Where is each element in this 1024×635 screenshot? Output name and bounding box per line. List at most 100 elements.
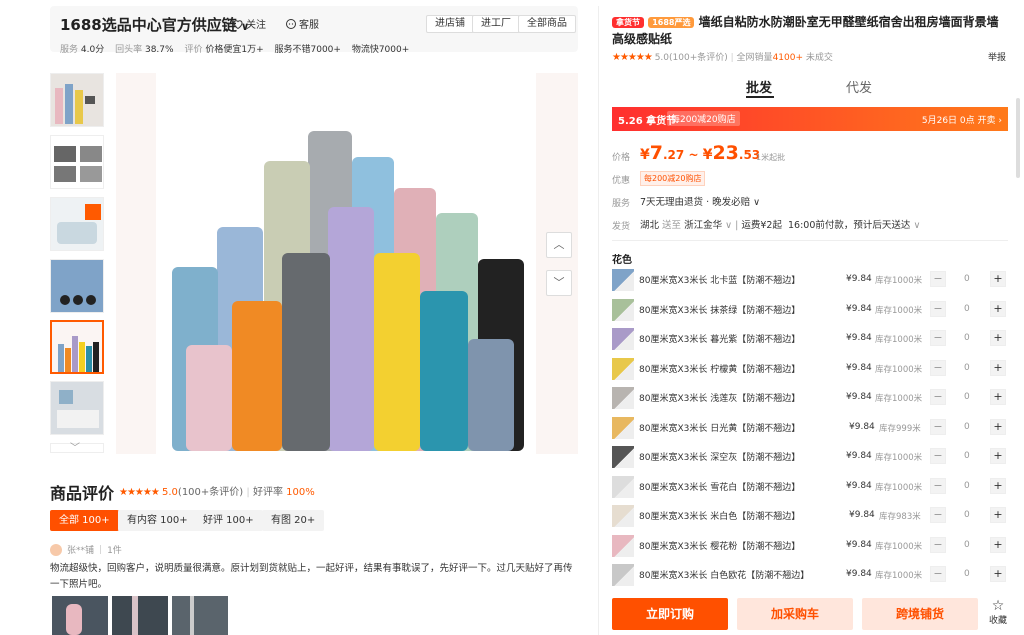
quantity-value[interactable]: 0 bbox=[964, 510, 970, 520]
review-photo-1[interactable] bbox=[52, 596, 108, 635]
decrement-button[interactable]: − bbox=[930, 448, 946, 464]
image-next-button[interactable]: ﹀ bbox=[546, 270, 572, 296]
thumbnail-3[interactable] bbox=[50, 197, 104, 251]
star-icon: ☆ bbox=[991, 598, 1005, 614]
follow-button[interactable]: 关注 bbox=[232, 16, 266, 31]
review-photo-3[interactable] bbox=[172, 596, 228, 635]
decrement-button[interactable]: − bbox=[930, 330, 946, 346]
buy-now-button[interactable]: 立即订购 bbox=[612, 598, 728, 630]
promo-banner[interactable]: 5.26 拿货节 每200减20购店 5月26日 0点 开卖 › bbox=[612, 107, 1008, 131]
sku-name: 80厘米宽X3米长 樱花粉【防潮不翘边】 bbox=[639, 541, 801, 552]
sku-row: 80厘米宽X3米长 抹茶绿【防潮不翘边】 ¥9.84 库存1000米 − 0 + bbox=[612, 298, 1008, 321]
sku-thumbnail[interactable] bbox=[612, 269, 634, 291]
chevron-down-icon[interactable]: ﹀ bbox=[70, 439, 80, 454]
quantity-value[interactable]: 0 bbox=[964, 569, 970, 579]
report-link[interactable]: 举报 bbox=[988, 50, 1006, 63]
decrement-button[interactable]: − bbox=[930, 359, 946, 376]
decrement-button[interactable]: − bbox=[930, 507, 946, 523]
sku-thumbnail[interactable] bbox=[612, 505, 634, 527]
quantity-value[interactable]: 0 bbox=[964, 274, 970, 284]
image-prev-button[interactable]: ︿ bbox=[546, 232, 572, 258]
store-name[interactable]: 1688选品中心官方供应链 ∨ bbox=[60, 14, 250, 35]
decrement-button[interactable]: − bbox=[930, 418, 946, 435]
sku-row: 80厘米宽X3米长 柠檬黄【防潮不翘边】 ¥9.84 库存1000米 − 0 + bbox=[612, 357, 1008, 380]
tab-wholesale[interactable]: 批发 bbox=[746, 77, 772, 96]
decrement-button[interactable]: − bbox=[930, 389, 946, 405]
service-info[interactable]: 7天无理由退货 · 晚发必赔 ∨ bbox=[640, 194, 760, 208]
review-filter-images[interactable]: 有图 20+ bbox=[262, 510, 325, 531]
increment-button[interactable]: + bbox=[990, 359, 1006, 376]
sku-row: 80厘米宽X3米长 雪花白【防潮不翘边】 ¥9.84 库存1000米 − 0 + bbox=[612, 475, 1008, 498]
enter-store-button[interactable]: 进店铺 bbox=[426, 15, 474, 33]
favorite-button[interactable]: ☆ 收藏 bbox=[986, 599, 1010, 626]
sku-thumbnail[interactable] bbox=[612, 387, 634, 409]
increment-button[interactable]: + bbox=[990, 536, 1006, 553]
review-filter-good[interactable]: 好评 100+ bbox=[194, 510, 263, 531]
quantity-value[interactable]: 0 bbox=[964, 333, 970, 343]
increment-button[interactable]: + bbox=[990, 448, 1006, 464]
thumbnail-5-selected[interactable] bbox=[50, 320, 104, 374]
headset-icon bbox=[286, 18, 296, 29]
tab-dropship[interactable]: 代发 bbox=[846, 77, 872, 96]
quantity-value[interactable]: 0 bbox=[964, 304, 970, 314]
increment-button[interactable]: + bbox=[990, 330, 1006, 346]
decrement-button[interactable]: − bbox=[930, 477, 946, 494]
sku-stock: 库存999米 bbox=[879, 423, 921, 434]
sku-stock: 库存1000米 bbox=[875, 541, 923, 552]
scrollbar[interactable] bbox=[1016, 98, 1020, 178]
sku-thumbnail[interactable] bbox=[612, 328, 634, 350]
sku-row: 80厘米宽X3米长 米白色【防潮不翘边】 ¥9.84 库存983米 − 0 + bbox=[612, 505, 1008, 527]
quantity-value[interactable]: 0 bbox=[964, 540, 970, 550]
increment-button[interactable]: + bbox=[990, 507, 1006, 523]
review-filter-all[interactable]: 全部 100+ bbox=[50, 510, 119, 531]
heart-icon bbox=[233, 19, 243, 29]
quantity-value[interactable]: 0 bbox=[964, 363, 970, 373]
sku-thumbnail[interactable] bbox=[612, 534, 634, 557]
quantity-value[interactable]: 0 bbox=[964, 451, 970, 461]
decrement-button[interactable]: − bbox=[930, 536, 946, 553]
sku-price: ¥9.84 bbox=[846, 392, 872, 402]
review-photo-2[interactable] bbox=[112, 596, 168, 635]
color-section-label: 花色 bbox=[612, 255, 632, 266]
cross-border-button[interactable]: 跨境铺货 bbox=[862, 598, 978, 630]
enter-factory-button[interactable]: 进工厂 bbox=[472, 15, 520, 33]
increment-button[interactable]: + bbox=[990, 300, 1006, 317]
star-rating-icon: ★★★★★ bbox=[612, 52, 653, 63]
shipping-info[interactable]: 湖北 送至 浙江金华 ∨ | 运费¥2起 16:00前付款，预计后天送达 ∨ bbox=[640, 217, 920, 231]
decrement-button[interactable]: − bbox=[930, 566, 946, 582]
decrement-button[interactable]: − bbox=[930, 300, 946, 317]
thumbnail-2[interactable] bbox=[50, 135, 104, 189]
main-product-image bbox=[116, 73, 578, 454]
increment-button[interactable]: + bbox=[990, 477, 1006, 494]
decrement-button[interactable]: − bbox=[930, 271, 946, 287]
increment-button[interactable]: + bbox=[990, 389, 1006, 405]
sku-price: ¥9.84 bbox=[846, 303, 872, 314]
increment-button[interactable]: + bbox=[990, 566, 1006, 582]
star-rating-icon: ★★★★★ bbox=[119, 487, 160, 498]
sku-thumbnail[interactable] bbox=[612, 298, 634, 321]
thumbnail-1[interactable] bbox=[50, 73, 104, 127]
sku-stock: 库存1000米 bbox=[875, 364, 923, 375]
sku-thumbnail[interactable] bbox=[612, 416, 634, 439]
sku-name: 80厘米宽X3米长 雪花白【防潮不翘边】 bbox=[639, 482, 801, 493]
reviews-title: 商品评价 bbox=[50, 484, 115, 503]
sku-thumbnail[interactable] bbox=[612, 564, 634, 586]
sku-thumbnail[interactable] bbox=[612, 446, 634, 468]
sku-thumbnail[interactable] bbox=[612, 475, 634, 498]
increment-button[interactable]: + bbox=[990, 418, 1006, 435]
increment-button[interactable]: + bbox=[990, 271, 1006, 287]
quantity-value[interactable]: 0 bbox=[964, 422, 970, 432]
coupon-tag[interactable]: 每200减20购店 bbox=[640, 171, 706, 186]
sku-row: 80厘米宽X3米长 暮光紫【防潮不翘边】 ¥9.84 库存1000米 − 0 + bbox=[612, 328, 1008, 350]
sku-thumbnail[interactable] bbox=[612, 357, 634, 380]
add-to-cart-button[interactable]: 加采购车 bbox=[737, 598, 853, 630]
sku-stock: 库存1000米 bbox=[875, 305, 923, 316]
all-products-button[interactable]: 全部商品 bbox=[518, 15, 576, 33]
quantity-value[interactable]: 0 bbox=[964, 392, 970, 402]
thumbnail-4[interactable] bbox=[50, 259, 104, 313]
thumbnail-6[interactable] bbox=[50, 381, 104, 435]
review-filter-content[interactable]: 有内容 100+ bbox=[118, 510, 197, 531]
quantity-value[interactable]: 0 bbox=[964, 481, 970, 491]
customer-service-button[interactable]: 客服 bbox=[285, 16, 319, 31]
sku-name: 80厘米宽X3米长 白色欧花【防潮不翘边】 bbox=[639, 571, 810, 581]
